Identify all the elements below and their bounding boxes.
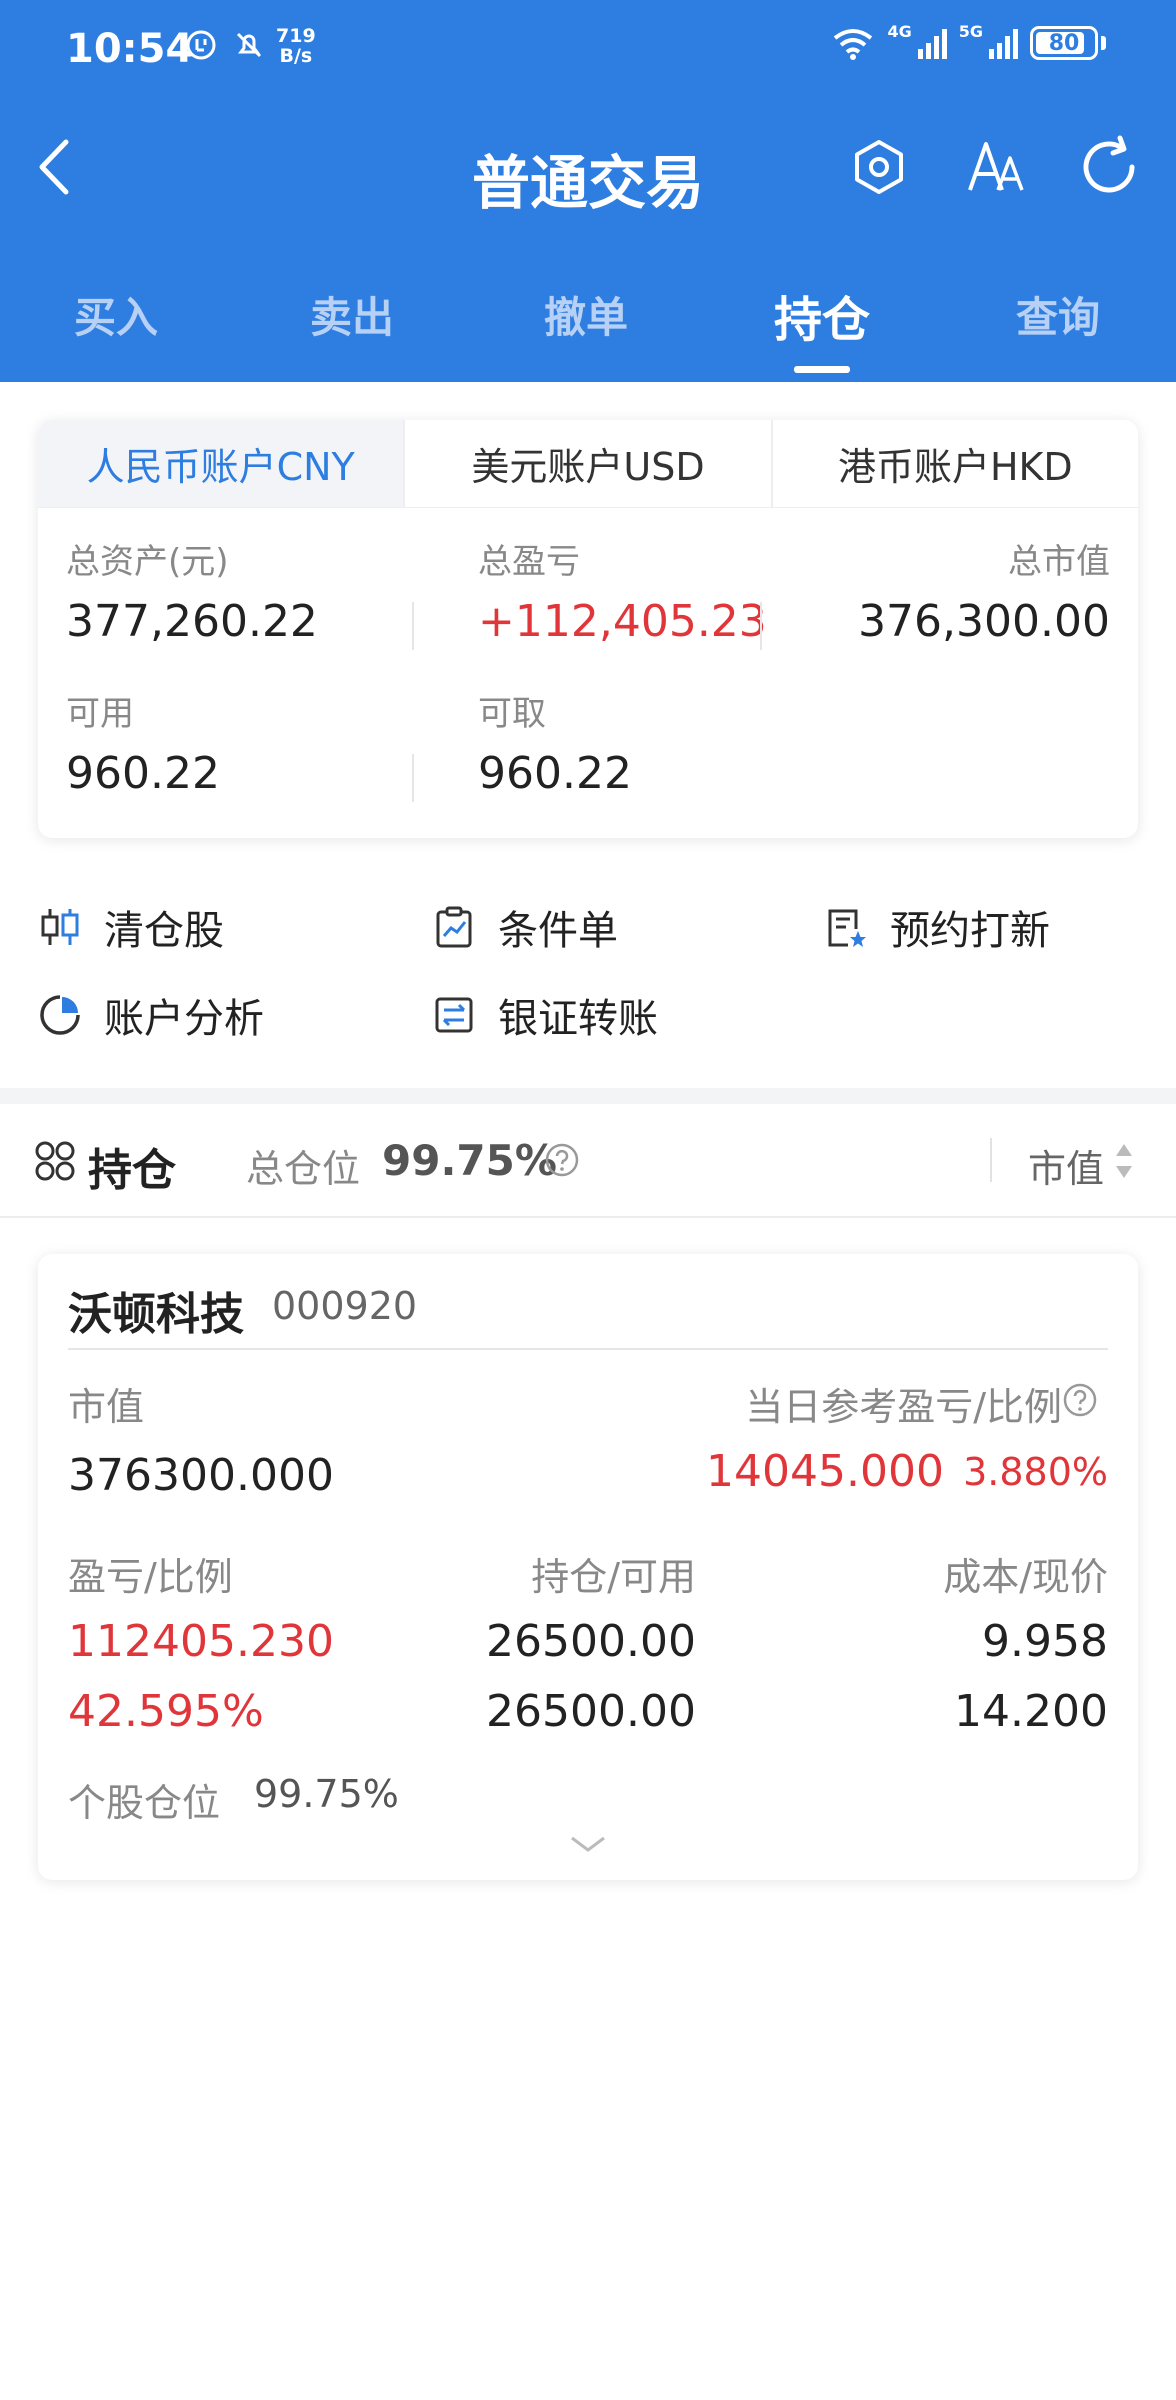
refresh-icon[interactable] [1074,132,1144,202]
stock-name: 沃顿科技 [68,1289,244,1340]
account-tab-hkd[interactable]: 港币账户HKD [772,420,1138,507]
cost-price-label: 成本/现价 [943,1555,1108,1599]
tab-cancel-order[interactable]: 撤单 [506,284,666,345]
stock-position-label: 个股仓位 [68,1781,221,1825]
mute-notification-icon [236,32,262,58]
net-4g-label: 4G [887,21,912,41]
settings-icon[interactable] [844,132,914,202]
stock-position-value: 99.75% [254,1772,399,1816]
metric-separator [760,602,762,650]
action-ipo-subscription[interactable]: 预约打新 [824,898,1050,956]
pnl-value: 112405.230 [68,1616,334,1667]
account-summary-card: 人民币账户CNY 美元账户USD 港币账户HKD 总资产(元) 377,260.… [38,420,1138,838]
account-tab-cny[interactable]: 人民币账户CNY [38,420,406,507]
sort-by-market-value[interactable]: 市值 [1028,1138,1104,1193]
net-speed-value: 719 [276,25,316,47]
tab-sell[interactable]: 卖出 [272,284,432,345]
available-value: 960.22 [66,748,220,799]
status-bar: 10:54 719 B/s 4G 5G 80 [0,0,1176,100]
chevron-down-icon[interactable] [568,1834,608,1854]
net-speed: 719 B/s [276,26,316,66]
card-divider [68,1348,1108,1350]
signal-5g-icon [989,27,1018,59]
status-left-icons [184,28,266,62]
total-assets-value: 377,260.22 [66,596,318,647]
action-conditional-order[interactable]: 条件单 [432,898,618,956]
action-label: 条件单 [498,908,618,954]
total-assets-label: 总资产(元) [66,542,229,582]
stock-code: 000920 [272,1284,418,1328]
section-divider [0,1088,1176,1104]
total-position-value: 99.75% [382,1136,557,1185]
positions-title: 持仓 [88,1145,176,1196]
holding-quantity: 26500.00 [486,1616,696,1667]
daily-pnl-label: 当日参考盈亏/比例 [745,1385,1062,1429]
tab-query[interactable]: 查询 [978,284,1138,345]
net-speed-unit: B/s [279,45,313,67]
account-currency-tabs: 人民币账户CNY 美元账户USD 港币账户HKD [38,420,1138,508]
pnl-ratio: 42.595% [68,1686,264,1737]
help-icon[interactable] [1062,1382,1098,1418]
account-metrics: 总资产(元) 377,260.22 总盈亏 +112,405.23 总市值 37… [38,508,1138,838]
battery-level: 80 [1048,30,1080,56]
holding-card[interactable]: 沃顿科技 000920 市值 376300.000 当日参考盈亏/比例 1404… [38,1254,1138,1880]
nav-bar: 普通交易 [0,110,1176,230]
document-star-icon [828,909,866,947]
net-5g-label: 5G [958,21,983,41]
action-account-analysis[interactable]: 账户分析 [38,986,264,1044]
wifi-icon [834,29,873,60]
holding-available-label: 持仓/可用 [531,1555,696,1599]
action-label: 预约打新 [890,908,1050,954]
sort-icon[interactable] [1112,1140,1136,1182]
action-label: 账户分析 [104,996,264,1042]
candlestick-icon [41,909,79,945]
active-tab-indicator [794,366,850,373]
status-right: 4G 5G 80 [831,22,1106,60]
app-header: 10:54 719 B/s 4G 5G 80 普通交易 买入 卖出 撤单 持仓 … [0,0,1176,382]
current-price: 14.200 [954,1686,1108,1737]
action-label: 银证转账 [498,996,658,1042]
cost-value: 9.958 [982,1616,1108,1667]
account-tab-usd[interactable]: 美元账户USD [405,420,773,507]
header-separator [990,1138,992,1182]
market-value-label: 总市值 [1008,542,1110,582]
pie-chart-icon [40,995,80,1035]
market-value: 376300.000 [68,1450,334,1501]
action-bank-transfer[interactable]: 银证转账 [432,986,658,1044]
available-quantity: 26500.00 [486,1686,696,1737]
battery-tip [1101,36,1106,50]
metric-separator [412,754,414,802]
transfer-icon [435,997,473,1033]
grid-icon [35,1141,75,1181]
market-value-value: 376,300.00 [858,596,1110,647]
clipboard-chart-icon [436,906,472,948]
metric-separator [412,602,414,650]
data-saver-icon [186,30,216,60]
total-position-label: 总仓位 [246,1147,361,1191]
action-clear-stocks[interactable]: 清仓股 [38,898,224,956]
total-pnl-value: +112,405.23 [478,596,767,647]
font-size-icon[interactable] [962,132,1032,202]
market-value-label: 市值 [68,1385,145,1429]
tab-buy[interactable]: 买入 [36,284,196,345]
daily-pnl-value: 14045.000 [706,1446,944,1497]
total-pnl-label: 总盈亏 [478,542,580,582]
help-icon[interactable] [544,1142,580,1178]
pnl-label: 盈亏/比例 [68,1555,233,1599]
available-label: 可用 [66,694,134,734]
daily-pnl-ratio: 3.880% [963,1450,1108,1494]
battery-icon: 80 [1030,26,1098,60]
action-label: 清仓股 [104,908,224,954]
status-time: 10:54 [66,26,194,72]
positions-header: 持仓 总仓位 99.75% 市值 [0,1104,1176,1218]
withdrawable-value: 960.22 [478,748,632,799]
signal-4g-icon [917,27,947,59]
withdrawable-label: 可取 [478,694,546,734]
tab-positions[interactable]: 持仓 [742,280,902,350]
trade-tabs: 买入 卖出 撤单 持仓 查询 [0,270,1176,373]
